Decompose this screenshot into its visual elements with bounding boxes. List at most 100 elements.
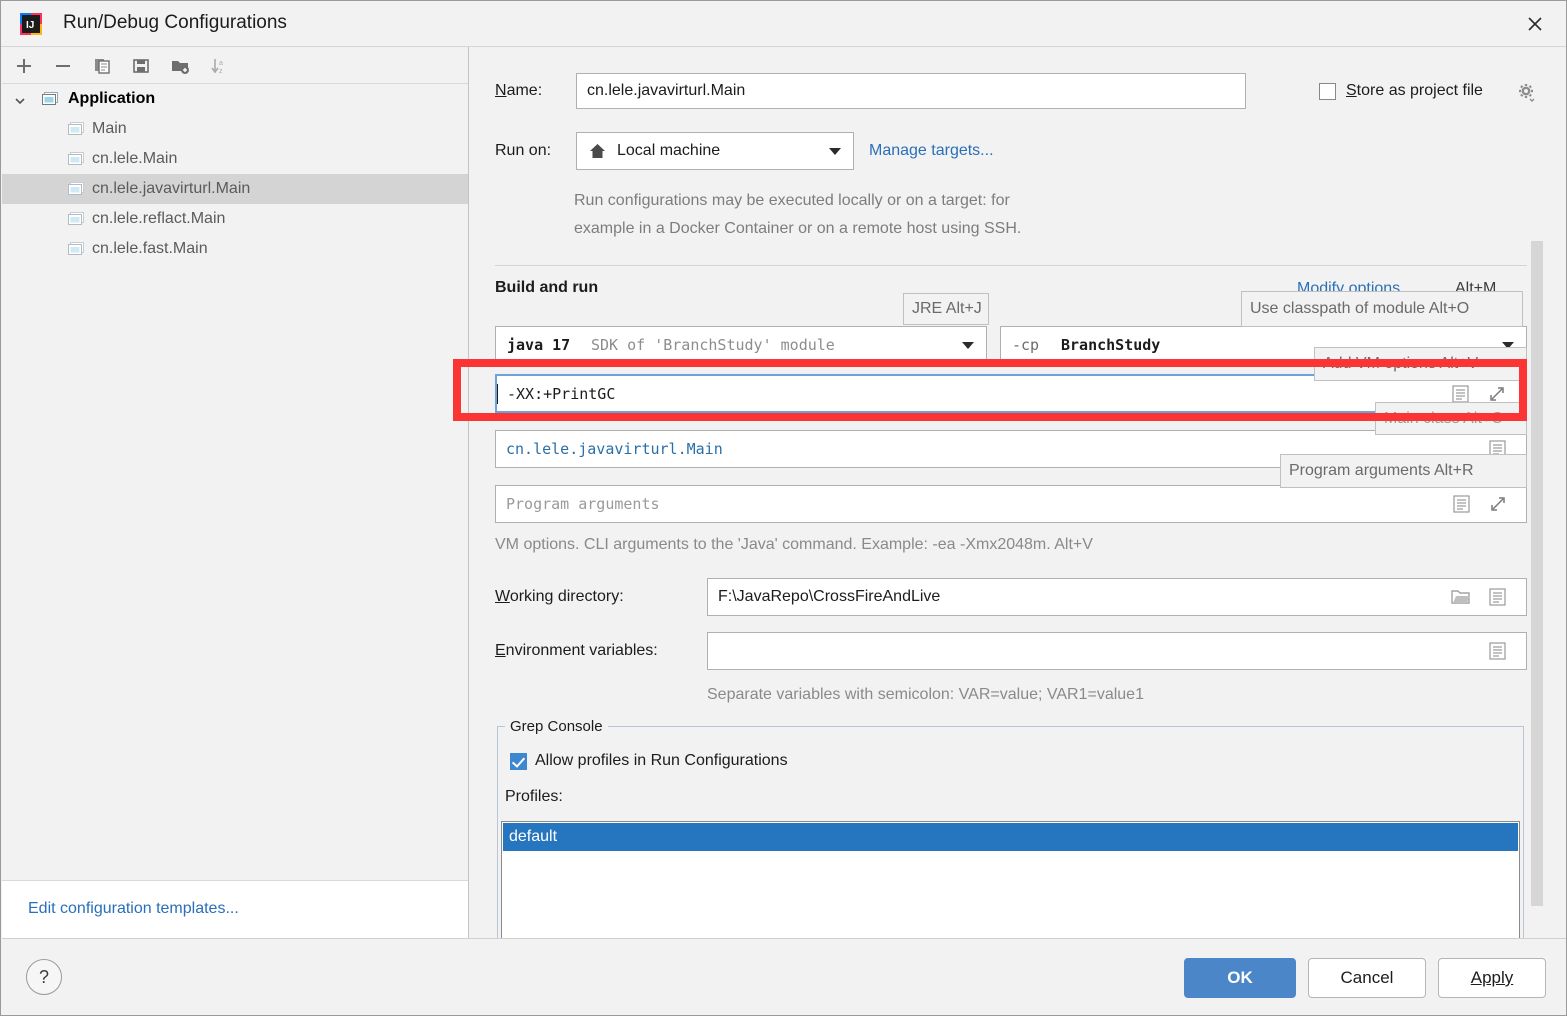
add-vm-options-tooltip: Add VM options Alt+V [1314, 347, 1527, 381]
sort-alpha-icon[interactable]: a z [207, 54, 231, 78]
run-on-combobox[interactable]: Local machine [576, 132, 854, 170]
dialog-footer: ? OK Cancel Apply [2, 938, 1566, 1014]
list-icon[interactable] [1452, 384, 1469, 403]
ok-button[interactable]: OK [1184, 958, 1296, 998]
list-item[interactable]: default [503, 823, 1518, 851]
help-button[interactable]: ? [26, 959, 62, 995]
store-as-project-file-checkbox[interactable] [1319, 83, 1336, 100]
working-directory-label: Working directory: [495, 588, 624, 605]
tree-item-cn-lele-fast-main[interactable]: cn.lele.fast.Main [2, 234, 468, 264]
list-icon[interactable] [1489, 642, 1506, 660]
tree-item-cn-lele-main[interactable]: cn.lele.Main [2, 144, 468, 174]
apply-button-label: Apply [1470, 968, 1514, 987]
chevron-down-icon[interactable] [14, 94, 26, 106]
expand-icon[interactable] [1489, 495, 1506, 513]
tree-item-cn-lele-reflact-main[interactable]: cn.lele.reflact.Main [2, 204, 468, 234]
use-classpath-of-module-tooltip: Use classpath of module Alt+O [1241, 291, 1523, 327]
tree-item-cn-lele-javavirturl-main[interactable]: cn.lele.javavirturl.Main [2, 174, 468, 204]
grep-console-group-title: Grep Console [505, 718, 608, 735]
folder-icon[interactable] [1451, 588, 1470, 606]
jre-value-version: java 17 [507, 336, 571, 354]
tree-item-main[interactable]: Main [2, 114, 468, 144]
name-label: Name: [495, 82, 543, 99]
tree-item-label: Main [92, 120, 127, 137]
run-config-icon [68, 152, 84, 166]
svg-text:a: a [219, 60, 223, 67]
environment-variables-field[interactable] [707, 632, 1527, 670]
vm-options-hint: VM options. CLI arguments to the 'Java' … [495, 536, 1093, 553]
allow-profiles-checkbox[interactable] [510, 753, 527, 770]
svg-text:IJ: IJ [26, 20, 34, 31]
title-bar: IJ Run/Debug Configurations [1, 1, 1566, 47]
tree-item-label: cn.lele.reflact.Main [92, 210, 226, 227]
tree-item-application[interactable]: Application [2, 84, 468, 114]
working-directory-value: F:\JavaRepo\CrossFireAndLive [718, 588, 941, 605]
apply-button[interactable]: Apply [1438, 958, 1546, 998]
vm-options-value: -XX:+PrintGC [507, 384, 616, 403]
edit-configuration-templates-area: Edit configuration templates... [2, 880, 468, 940]
application-type-icon [42, 92, 58, 106]
run-config-icon [68, 242, 84, 256]
main-class-value: cn.lele.javavirturl.Main [506, 440, 723, 458]
jre-tooltip-text: JRE Alt+J [912, 300, 982, 317]
run-debug-configurations-dialog: IJ Run/Debug Configurations a z Applicat… [0, 0, 1567, 1016]
cancel-button[interactable]: Cancel [1308, 958, 1426, 998]
program-arguments-tooltip: Program arguments Alt+R [1280, 454, 1527, 488]
run-on-description-line2: example in a Docker Container or on a re… [574, 220, 1022, 237]
close-icon[interactable] [1504, 1, 1566, 46]
svg-text:z: z [219, 68, 223, 75]
minus-icon[interactable] [51, 54, 75, 78]
name-input[interactable]: cn.lele.javavirturl.Main [576, 73, 1246, 109]
jre-tooltip: JRE Alt+J [903, 293, 989, 325]
list-icon[interactable] [1453, 495, 1470, 513]
chevron-down-icon[interactable] [962, 342, 974, 349]
run-on-description-line1: Run configurations may be executed local… [574, 192, 1010, 209]
working-directory-field[interactable]: F:\JavaRepo\CrossFireAndLive [707, 578, 1527, 616]
manage-targets-link[interactable]: Manage targets... [869, 142, 994, 160]
store-as-project-file-label: Store as project file [1346, 82, 1483, 99]
sidebar-toolbar: a z [2, 47, 468, 84]
plus-icon[interactable] [12, 54, 36, 78]
program-arguments-placeholder: Program arguments [506, 495, 660, 513]
allow-profiles-label: Allow profiles in Run Configurations [535, 752, 788, 769]
main-class-tooltip-text: Main class Alt+C [1384, 409, 1503, 427]
main-class-tooltip: Main class Alt+C [1375, 402, 1527, 435]
tree-item-label: cn.lele.javavirturl.Main [92, 180, 251, 197]
name-input-value: cn.lele.javavirturl.Main [587, 82, 746, 99]
gear-icon[interactable] [1517, 83, 1536, 107]
configurations-sidebar: a z Application Main cn.lele.Main cn.lel… [2, 47, 469, 940]
edit-configuration-templates-link[interactable]: Edit configuration templates... [28, 900, 239, 918]
jre-combobox[interactable]: java 17 SDK of 'BranchStudy' module [495, 326, 987, 364]
program-arguments-field[interactable]: Program arguments [495, 485, 1527, 523]
chevron-down-icon[interactable] [829, 148, 841, 155]
folder-add-icon[interactable] [168, 54, 192, 78]
configuration-editor-panel: Name: cn.lele.javavirturl.Main Store as … [469, 47, 1566, 940]
home-icon [589, 143, 606, 165]
tree-item-label: cn.lele.Main [92, 150, 178, 167]
run-on-value: Local machine [617, 142, 721, 159]
run-config-icon [68, 122, 84, 136]
intellij-idea-icon: IJ [19, 12, 43, 36]
configurations-tree: Application Main cn.lele.Main cn.lele.ja… [2, 84, 468, 264]
profiles-list[interactable]: default [501, 821, 1520, 940]
section-divider [495, 265, 1527, 266]
save-icon[interactable] [129, 54, 153, 78]
jre-value-description: SDK of 'BranchStudy' module [591, 336, 835, 354]
run-config-icon [68, 212, 84, 226]
list-icon[interactable] [1489, 588, 1506, 606]
use-classpath-of-module-tooltip-text: Use classpath of module Alt+O [1250, 300, 1470, 317]
run-on-label: Run on: [495, 142, 552, 159]
classpath-module-value: BranchStudy [1061, 336, 1161, 354]
expand-icon[interactable] [1488, 385, 1505, 403]
build-and-run-title: Build and run [495, 279, 599, 296]
run-config-icon [68, 182, 84, 196]
profiles-label: Profiles: [505, 788, 563, 805]
copy-icon[interactable] [90, 54, 114, 78]
add-vm-options-tooltip-text: Add VM options Alt+V [1323, 355, 1479, 372]
classpath-prefix: -cp [1012, 336, 1040, 354]
window-title: Run/Debug Configurations [63, 12, 287, 33]
environment-variables-hint: Separate variables with semicolon: VAR=v… [707, 686, 1144, 703]
editor-scrollbar[interactable] [1531, 241, 1543, 906]
tree-item-label: Application [68, 90, 156, 107]
tree-item-label: cn.lele.fast.Main [92, 240, 208, 257]
